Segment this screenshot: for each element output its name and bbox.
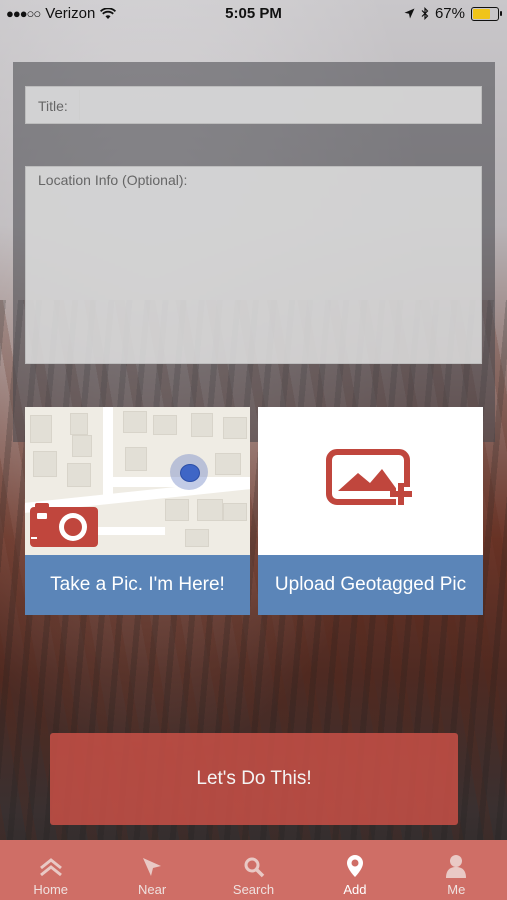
- tab-near-label: Near: [138, 882, 167, 897]
- home-icon: [39, 858, 62, 877]
- location-info-label: Location Info (Optional):: [38, 172, 188, 188]
- lets-do-this-button[interactable]: Let's Do This!: [50, 733, 458, 825]
- title-label: Title:: [38, 98, 68, 114]
- add-image-icon: [326, 449, 416, 507]
- location-info-textarea[interactable]: Location Info (Optional):: [25, 166, 482, 364]
- location-services-icon: [404, 8, 415, 19]
- tab-search[interactable]: Search: [203, 840, 304, 900]
- tab-home-label: Home: [33, 882, 69, 897]
- camera-icon: [30, 503, 98, 547]
- tab-bar: Home Near Search Add Me: [0, 840, 507, 900]
- user-icon: [446, 855, 467, 878]
- battery-icon: [471, 6, 502, 21]
- upload-geotagged-card[interactable]: Upload Geotagged Pic: [258, 407, 483, 615]
- take-pic-card[interactable]: Take a Pic. I'm Here!: [25, 407, 250, 615]
- status-right: 67%: [404, 5, 502, 22]
- map-thumbnail: [25, 407, 250, 555]
- map-pin-icon: [346, 855, 363, 877]
- tab-me-label: Me: [447, 882, 466, 897]
- location-arrow-icon: [143, 858, 162, 876]
- tab-home[interactable]: Home: [0, 840, 101, 900]
- tab-me[interactable]: Me: [406, 840, 507, 900]
- tab-search-label: Search: [232, 882, 275, 897]
- tab-add[interactable]: Add: [304, 840, 405, 900]
- title-input[interactable]: Title:: [25, 86, 482, 124]
- take-pic-label: Take a Pic. I'm Here!: [25, 555, 250, 615]
- battery-percent: 67%: [434, 5, 465, 22]
- tab-add-label: Add: [343, 882, 367, 897]
- title-divider: [79, 90, 80, 120]
- search-icon: [244, 857, 264, 878]
- battery-level-fill: [473, 8, 491, 19]
- bluetooth-icon: [421, 7, 429, 20]
- tab-near[interactable]: Near: [101, 840, 202, 900]
- current-location-dot: [170, 454, 208, 490]
- status-bar: ●●●○○ Verizon 5:05 PM 67%: [0, 0, 507, 28]
- upload-label: Upload Geotagged Pic: [258, 555, 483, 615]
